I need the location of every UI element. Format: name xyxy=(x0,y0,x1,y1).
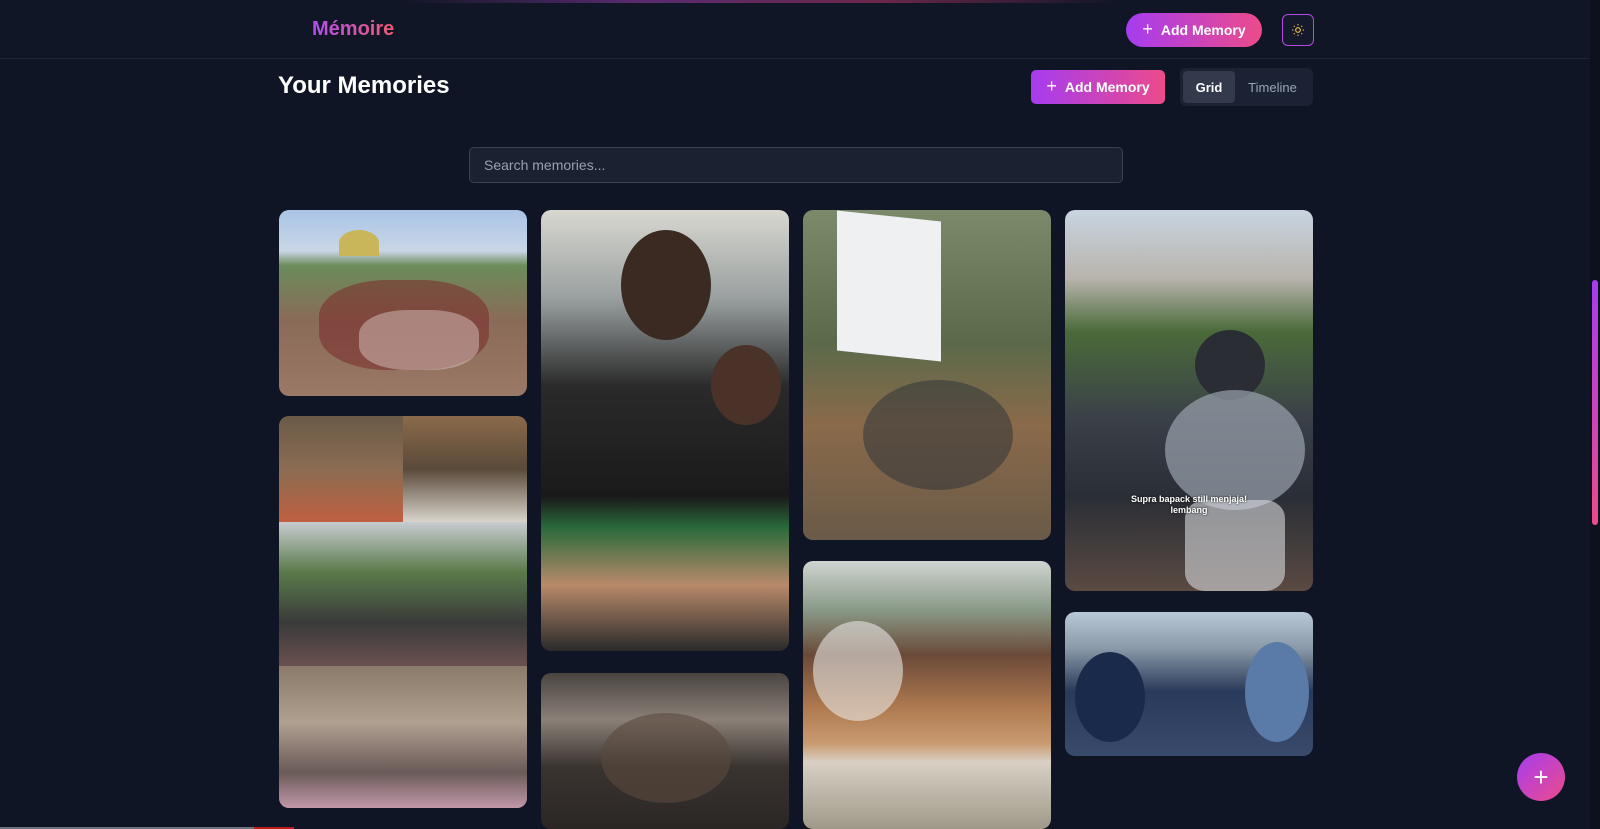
memory-photo-cafe-dinner[interactable] xyxy=(803,561,1051,829)
photo-caption-location: lembang xyxy=(1170,505,1208,515)
memory-photo-motorbike-ride[interactable]: Supra bapack still menjaja! lembang xyxy=(1065,210,1313,591)
memory-photo-cafe-selfie[interactable] xyxy=(1065,612,1313,756)
search-input[interactable] xyxy=(469,147,1123,183)
theme-toggle-button[interactable] xyxy=(1282,14,1314,46)
scrollbar-thumb[interactable] xyxy=(1592,280,1598,525)
memory-photo-forest-screen[interactable] xyxy=(803,210,1051,540)
plus-icon: + xyxy=(1142,19,1153,39)
nav-add-memory-label: Add Memory xyxy=(1160,22,1246,38)
view-timeline-tab[interactable]: Timeline xyxy=(1235,71,1310,103)
memory-photo-group-mosque[interactable] xyxy=(279,210,527,396)
app-logo[interactable]: Mémoire xyxy=(312,18,394,41)
plus-icon: + xyxy=(1046,76,1057,96)
add-memory-button[interactable]: + Add Memory xyxy=(1031,70,1165,104)
page-title: Your Memories xyxy=(278,72,450,99)
view-grid-tab[interactable]: Grid xyxy=(1183,71,1235,103)
view-toggle: Grid Timeline xyxy=(1180,68,1313,106)
plus-icon: + xyxy=(1533,761,1549,792)
nav-add-memory-button[interactable]: + Add Memory xyxy=(1126,13,1262,47)
memory-photo-collage-friends[interactable] xyxy=(279,416,527,808)
memory-photo-phone-selfie[interactable] xyxy=(541,210,789,651)
top-navbar: Mémoire + Add Memory xyxy=(0,0,1600,59)
sun-icon xyxy=(1292,24,1304,36)
memory-photo-group-indoor[interactable] xyxy=(541,673,789,829)
photo-caption: Supra bapack still menjaja! xyxy=(1130,494,1248,504)
floating-add-button[interactable]: + xyxy=(1517,753,1565,801)
add-memory-label: Add Memory xyxy=(1064,79,1150,95)
